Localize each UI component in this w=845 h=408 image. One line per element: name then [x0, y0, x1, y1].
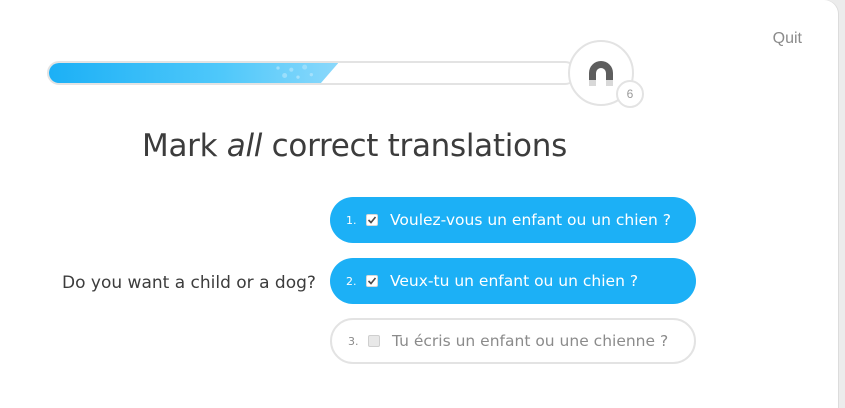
- progress-bar-fill: [49, 63, 339, 83]
- option-number: 2.: [346, 274, 357, 288]
- option-text: Veux-tu un enfant ou un chien ?: [390, 272, 639, 290]
- lesson-card: Quit 6 Mark all correct translations Do …: [0, 0, 838, 408]
- option-number: 3.: [348, 334, 359, 348]
- title-suffix: correct translations: [262, 128, 568, 164]
- option-number: 1.: [346, 213, 357, 227]
- title-prefix: Mark: [142, 128, 227, 164]
- progress-sparkle-decoration: [276, 64, 314, 79]
- badge-count: 6: [616, 80, 644, 108]
- quit-button[interactable]: Quit: [773, 30, 802, 48]
- checkbox-checked-icon[interactable]: [366, 214, 378, 226]
- answer-option-1[interactable]: 1. Voulez-vous un enfant ou un chien ?: [330, 197, 696, 243]
- title-emphasis: all: [226, 128, 263, 164]
- checkbox-unchecked-icon[interactable]: [368, 335, 380, 347]
- option-text: Voulez-vous un enfant ou un chien ?: [390, 211, 672, 229]
- progress-bar: [47, 61, 577, 85]
- answer-option-2[interactable]: 2. Veux-tu un enfant ou un chien ?: [330, 258, 696, 304]
- answer-option-3[interactable]: 3. Tu écris un enfant ou une chienne ?: [330, 318, 696, 364]
- source-sentence: Do you want a child or a dog?: [62, 273, 316, 293]
- page-title: Mark all correct translations: [142, 128, 567, 164]
- checkbox-checked-icon[interactable]: [366, 275, 378, 287]
- option-text: Tu écris un enfant ou une chienne ?: [392, 332, 669, 350]
